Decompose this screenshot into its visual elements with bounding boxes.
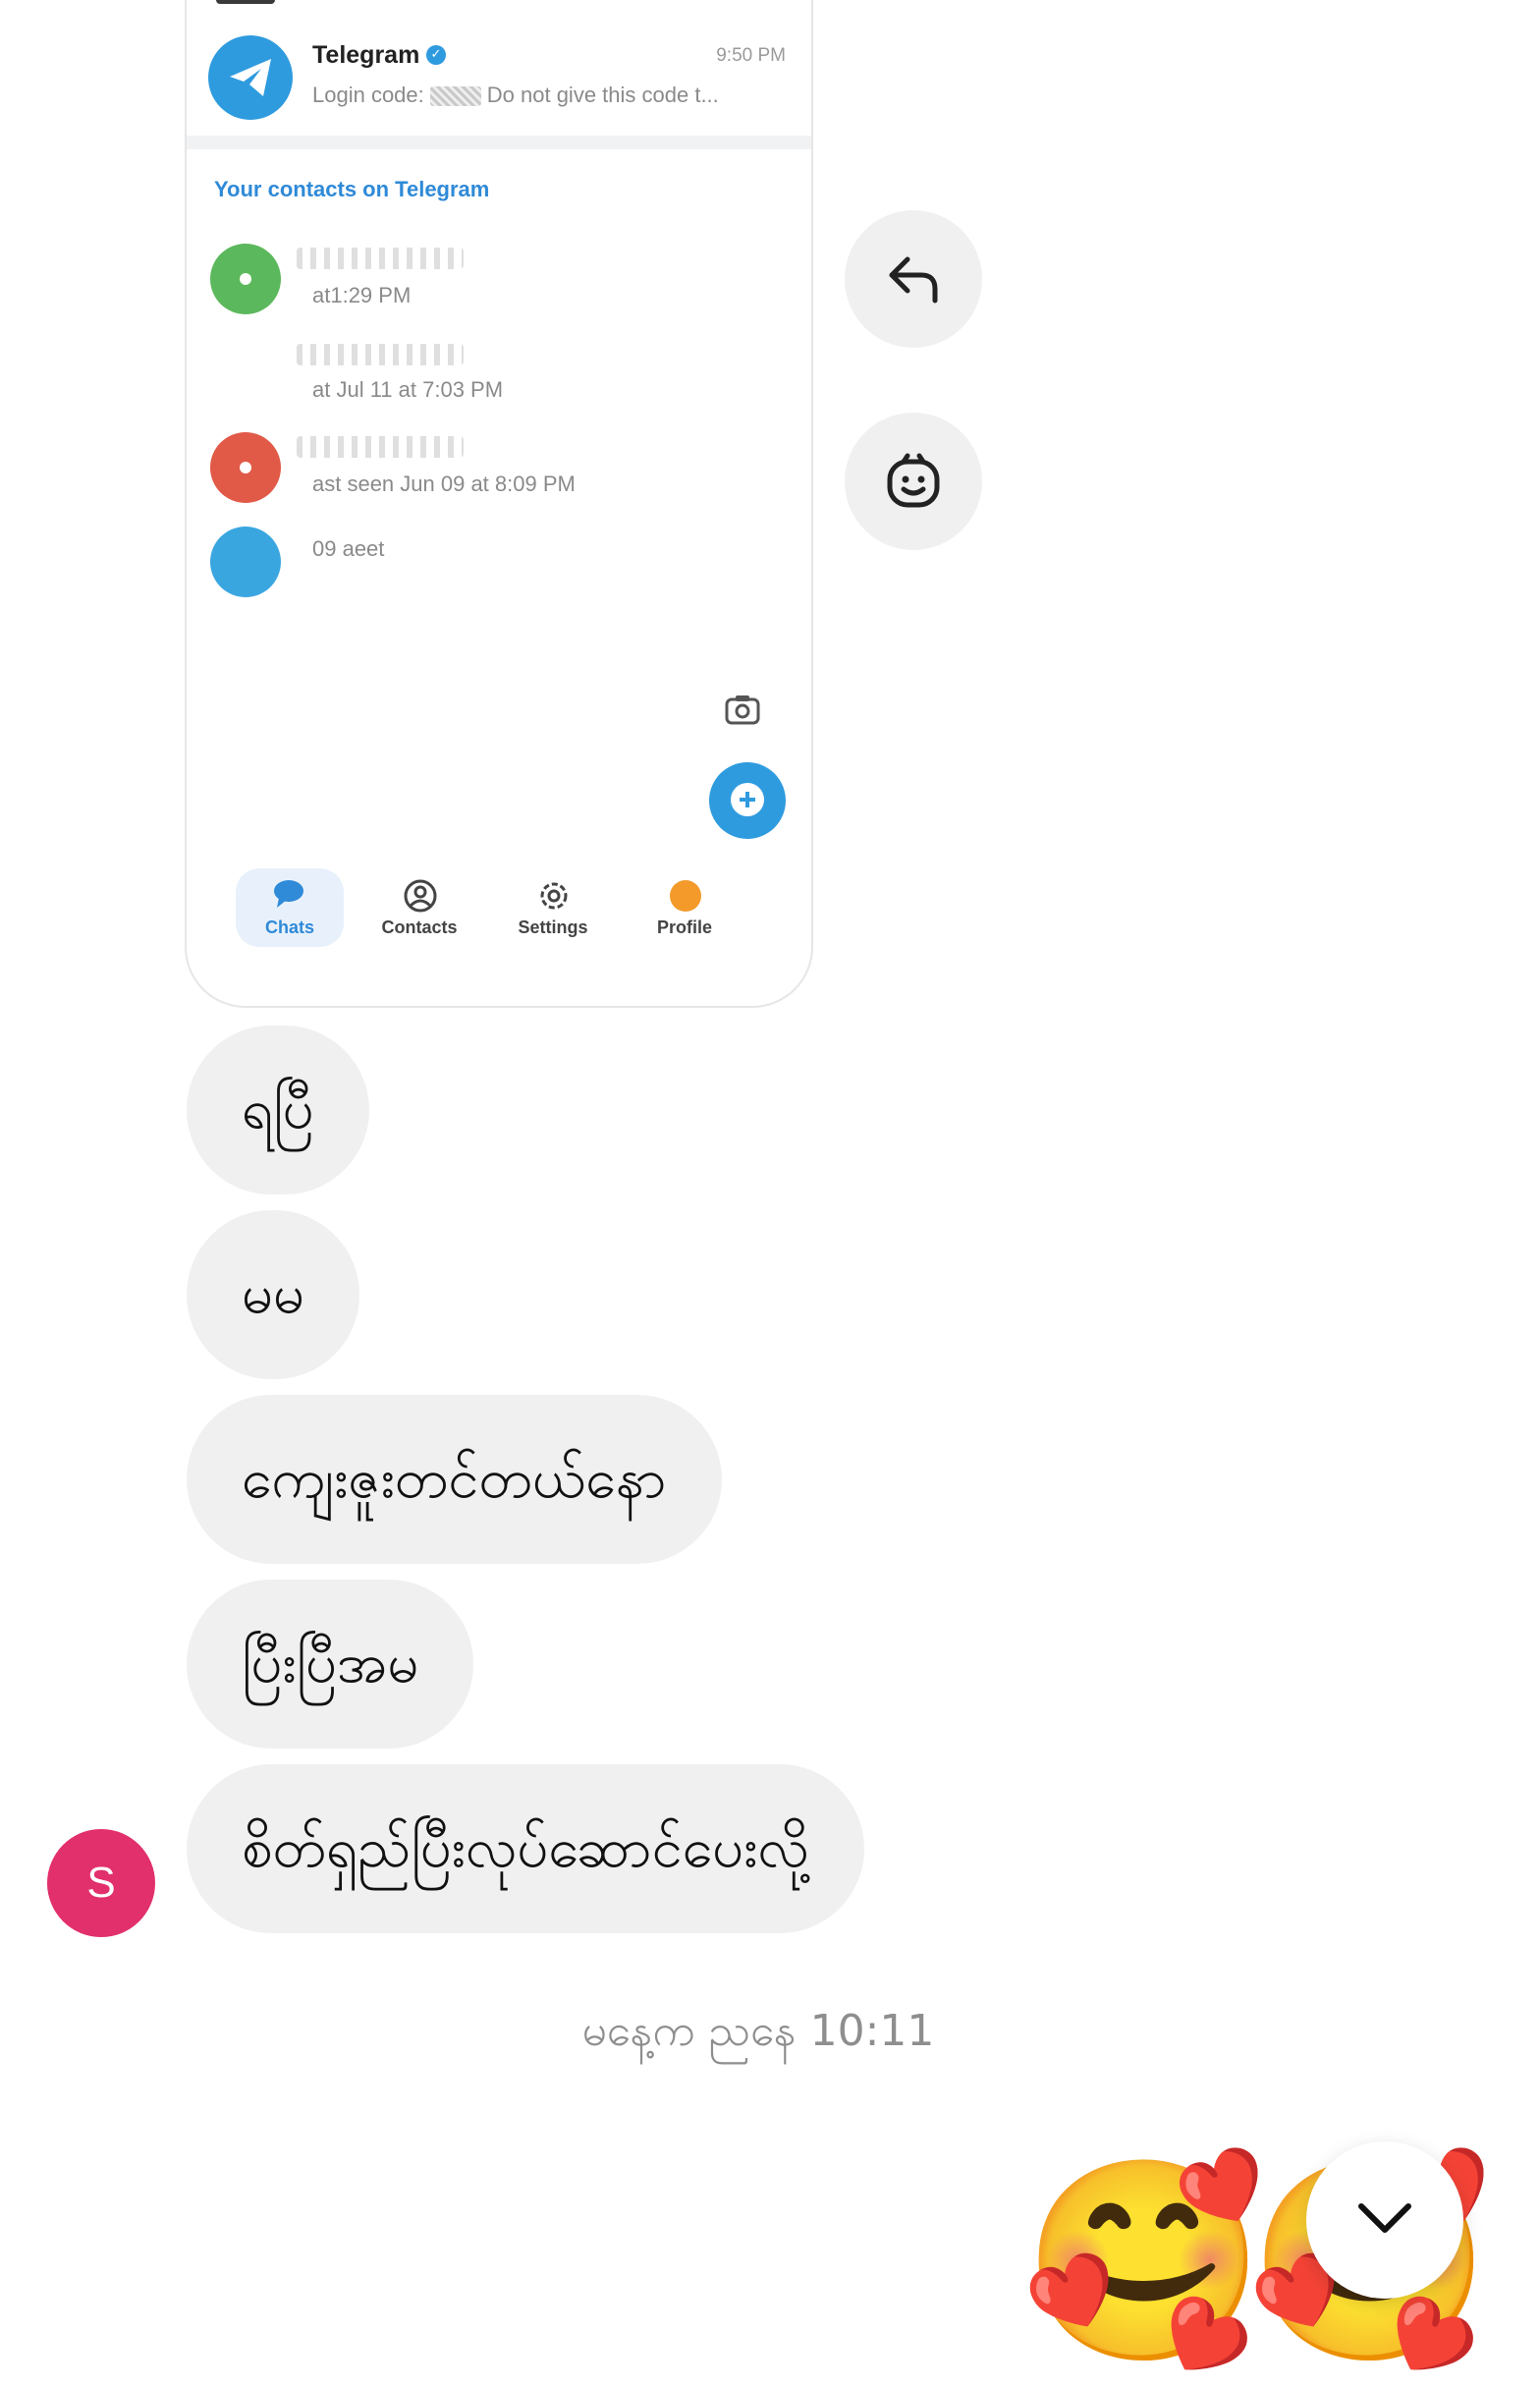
reply-icon bbox=[889, 256, 938, 304]
message-bubble[interactable]: ပြီးပြီအမ bbox=[187, 1580, 474, 1749]
shared-screenshot-card[interactable]: Telegram ✓ 9:50 PM Login code: Do not giv… bbox=[185, 0, 813, 1008]
reaction-emoji: 🥰 bbox=[1021, 2147, 1267, 2376]
contact-avatar bbox=[210, 432, 281, 503]
contact-name-obscured bbox=[297, 248, 464, 269]
user-circle-icon bbox=[404, 879, 437, 913]
emoji-react-icon bbox=[887, 453, 940, 508]
verified-badge-icon: ✓ bbox=[426, 45, 446, 65]
contact-status: at1:29 PM bbox=[312, 283, 412, 307]
message-bubble[interactable]: မမ bbox=[187, 1210, 359, 1379]
message-timestamp: မနေ့က ညနေ 10:11 bbox=[581, 2006, 935, 2056]
status-bar-fragment bbox=[216, 0, 275, 4]
contact-row: at Jul 11 at 7:03 PM bbox=[206, 338, 776, 417]
contact-avatar bbox=[210, 244, 281, 314]
telegram-logo-icon bbox=[208, 35, 293, 120]
telegram-chat-row: Telegram ✓ 9:50 PM Login code: Do not giv… bbox=[206, 33, 792, 141]
profile-avatar-icon bbox=[670, 880, 701, 912]
telegram-time: 9:50 PM bbox=[716, 45, 786, 66]
camera-icon bbox=[725, 695, 760, 725]
gear-icon bbox=[540, 882, 568, 910]
contact-row: at1:29 PM bbox=[206, 244, 776, 322]
contact-avatar bbox=[210, 527, 281, 597]
tab-profile: Profile bbox=[631, 868, 739, 947]
react-button[interactable] bbox=[845, 413, 982, 550]
tab-settings: Settings bbox=[499, 868, 607, 947]
new-message-fab-icon bbox=[709, 762, 786, 839]
contact-name-obscured bbox=[297, 436, 464, 458]
telegram-name: Telegram bbox=[312, 41, 420, 69]
contacts-heading: Your contacts on Telegram bbox=[214, 177, 490, 201]
contact-status: 09 aeet bbox=[312, 536, 385, 561]
scroll-down-button[interactable] bbox=[1306, 2141, 1463, 2299]
blurred-code bbox=[429, 86, 481, 107]
section-divider bbox=[187, 136, 811, 149]
message-bubble[interactable]: စိတ်ရှည်ပြီးလုပ်ဆောင်ပေးလို့ bbox=[187, 1764, 864, 1933]
contact-name-obscured bbox=[297, 344, 464, 365]
message-bubble[interactable]: ရပြီ bbox=[187, 1026, 369, 1194]
tab-contacts: Contacts bbox=[365, 868, 473, 947]
contact-status: ast seen Jun 09 at 8:09 PM bbox=[312, 472, 576, 496]
contact-row: ast seen Jun 09 at 8:09 PM bbox=[206, 432, 776, 511]
sender-avatar[interactable]: S bbox=[47, 1829, 155, 1937]
chevron-down-icon bbox=[1358, 2203, 1411, 2233]
contact-row: 09 aeet bbox=[206, 527, 776, 605]
telegram-tabbar: Chats Contacts Settings Profile bbox=[236, 868, 766, 957]
telegram-preview: Login code: Do not give this code t... bbox=[312, 83, 719, 107]
message-bubble[interactable]: ကျေးဇူးတင်တယ်နော bbox=[187, 1395, 722, 1564]
contact-status: at Jul 11 at 7:03 PM bbox=[312, 377, 504, 402]
tab-chats: Chats bbox=[236, 868, 344, 947]
reply-button[interactable] bbox=[845, 210, 982, 348]
chat-bubbles-icon bbox=[274, 880, 303, 908]
